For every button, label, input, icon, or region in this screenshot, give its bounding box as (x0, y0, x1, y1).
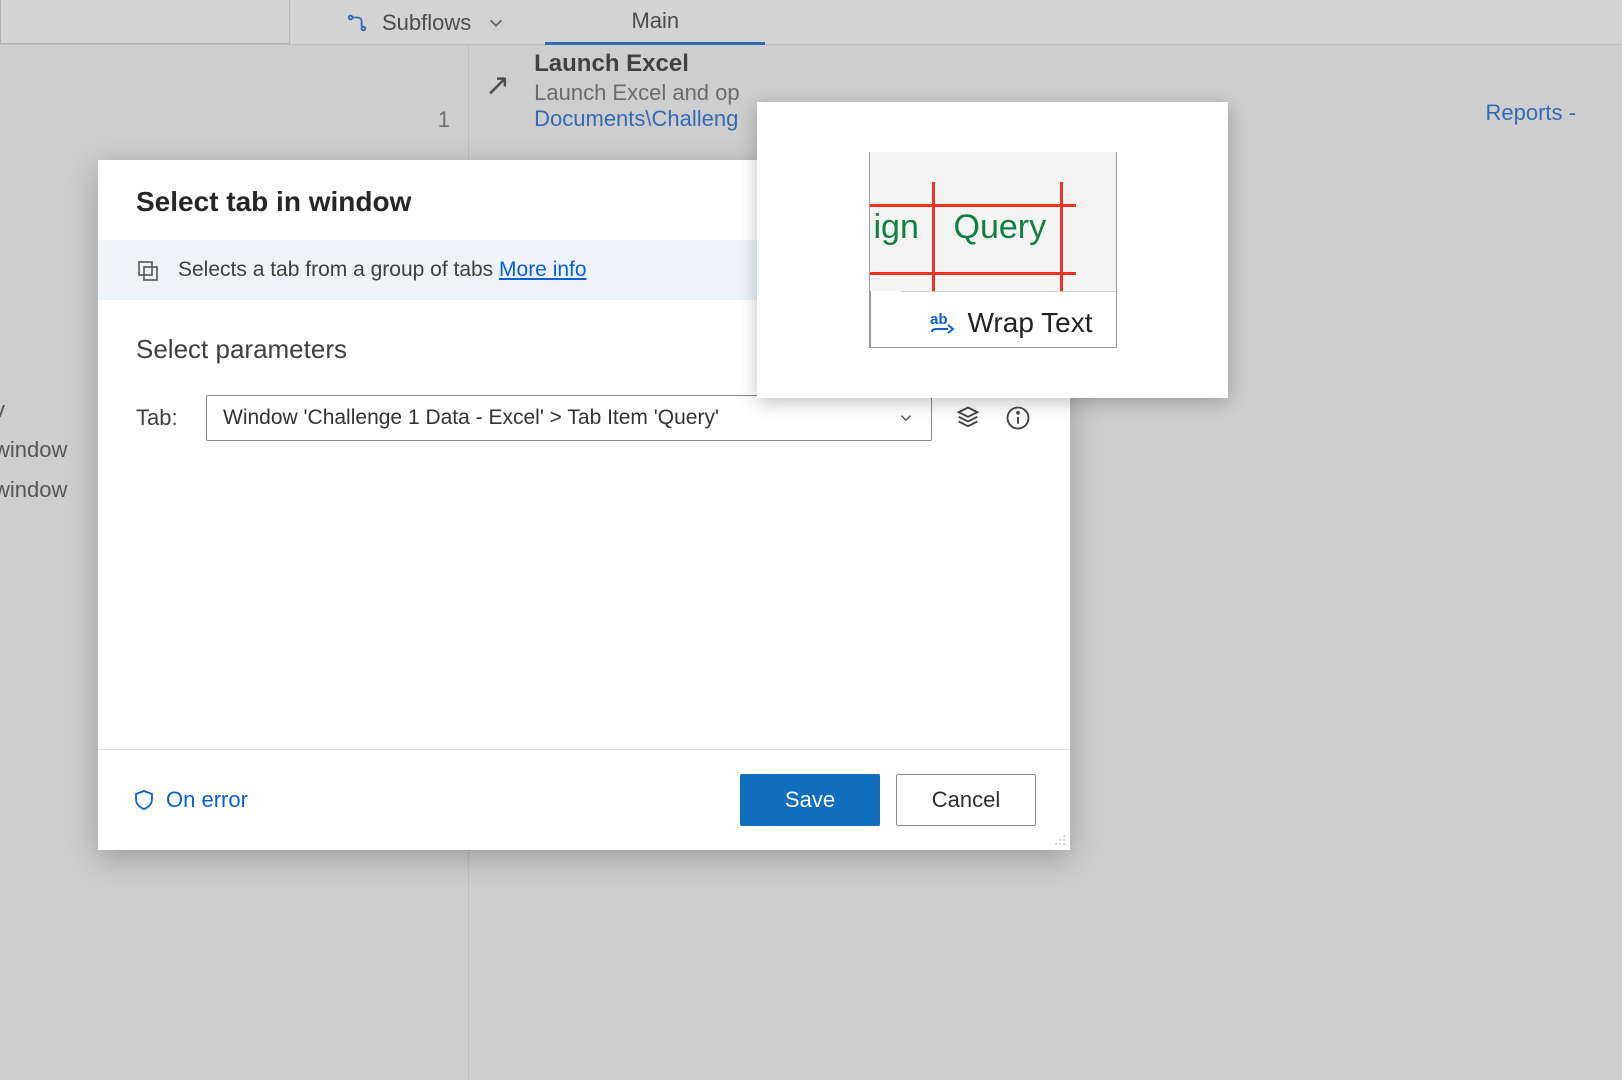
preview-wrap-text-label: Wrap Text (968, 307, 1093, 339)
chevron-down-icon (897, 409, 915, 427)
crop-line-right (1060, 182, 1063, 298)
more-info-link[interactable]: More info (499, 258, 587, 281)
resize-grip-icon[interactable] (1050, 830, 1066, 846)
preview-canvas: ign Query ab Wrap Text (869, 152, 1117, 348)
wrap-text-icon: ab (930, 310, 960, 336)
save-button[interactable]: Save (740, 774, 880, 826)
on-error-label: On error (166, 787, 248, 813)
cancel-button-label: Cancel (932, 787, 1000, 813)
crop-line-left (932, 182, 935, 298)
crop-line-bottom (870, 272, 1076, 275)
tab-selector-dropdown[interactable]: Window 'Challenge 1 Data - Excel' > Tab … (206, 395, 932, 441)
ui-element-picker-icon[interactable] (954, 404, 982, 432)
preview-tab-query: Query (954, 208, 1047, 247)
preview-tab-left-fragment: ign (874, 208, 919, 247)
info-icon[interactable] (1004, 404, 1032, 432)
save-button-label: Save (785, 787, 835, 813)
svg-text:ab: ab (930, 311, 948, 328)
crop-line-top (870, 204, 1076, 207)
ui-element-preview: ign Query ab Wrap Text (757, 102, 1228, 398)
dialog-info-text: Selects a tab from a group of tabs (178, 258, 499, 281)
cancel-button[interactable]: Cancel (896, 774, 1036, 826)
shield-icon (132, 788, 156, 812)
on-error-link[interactable]: On error (132, 787, 248, 813)
tabs-icon (136, 258, 160, 282)
tab-selector-value: Window 'Challenge 1 Data - Excel' > Tab … (223, 406, 719, 430)
param-label-tab: Tab: (136, 405, 184, 431)
